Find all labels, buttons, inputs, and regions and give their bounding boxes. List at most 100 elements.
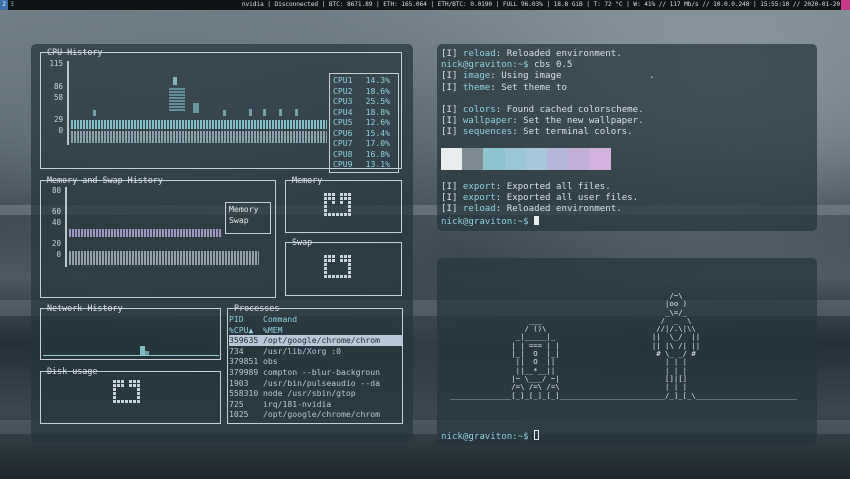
- col-cpu-sort[interactable]: %CPU▲: [229, 325, 263, 336]
- table-row[interactable]: 1025/opt/google/chrome/chrom: [229, 409, 403, 420]
- memory-gauge: [324, 193, 351, 216]
- cpu-legend-row: CPU4 18.8%: [333, 106, 390, 117]
- legend-swap: Swap: [229, 215, 249, 225]
- term-line: [I] sequences: Set terminal colors.: [441, 127, 633, 138]
- cpu-spike: [223, 110, 226, 116]
- term-line: [I] reload: Reloaded environment.: [441, 49, 622, 59]
- cpu-legend-row: CPU6 15.4%: [333, 127, 390, 138]
- color-swatch: [441, 148, 463, 170]
- status-end-block: [841, 0, 850, 10]
- table-row[interactable]: 1903/usr/bin/pulseaudio --da: [229, 378, 403, 389]
- cpu-y-label: 0: [58, 126, 63, 135]
- top-status-bar: 2 3 nvidia | Disconnected | BTC: 8671.89…: [0, 0, 850, 10]
- color-swatch: [525, 148, 547, 170]
- swap-gauge-box: Swap: [285, 237, 402, 296]
- terminal-window-1[interactable]: [I] reload: Reloaded environment. nick@g…: [437, 44, 817, 231]
- memory-gauge-box: Memory: [285, 175, 402, 233]
- cpu-axis-line: [67, 61, 69, 145]
- cpu-y-label: 86: [53, 82, 63, 91]
- memswap-history-box: Memory and Swap History 80 60 40 20 0 Me…: [40, 175, 276, 298]
- term-line: [I] image: Using image .: [441, 71, 655, 82]
- cpu-spike: [173, 77, 177, 85]
- table-row[interactable]: 359635/opt/google/chrome/chrom: [229, 335, 403, 346]
- term-line: [I] colors: Found cached colorscheme.: [441, 105, 644, 116]
- network-history-title: Network History: [47, 303, 123, 313]
- table-row[interactable]: 379851 obs: [229, 356, 403, 367]
- swap-title: Swap: [292, 237, 313, 247]
- cpu-legend-row: CPU9 13.1%: [333, 159, 390, 169]
- mem-axis-line: [65, 187, 67, 267]
- mem-y-label: 60: [51, 207, 61, 216]
- cpu-legend-row: CPU3 25.5%: [333, 96, 390, 106]
- mem-y-label: 80: [51, 186, 61, 195]
- cpu-spike: [295, 109, 298, 116]
- process-sort-header: %CPU▲ %MEM: [229, 325, 403, 336]
- color-swatch: [568, 148, 590, 170]
- term-line: [441, 94, 655, 105]
- process-header: PID Command: [229, 314, 403, 325]
- color-swatch: [546, 148, 569, 170]
- status-text: nvidia | Disconnected | BTC: 8671.89 | E…: [241, 1, 840, 8]
- processes-box: Processes PID Command %CPU▲ %MEM 359635/…: [227, 303, 403, 424]
- process-table: PID Command %CPU▲ %MEM 359635/opt/google…: [229, 314, 403, 420]
- memory-series: [69, 229, 221, 237]
- prompt-line[interactable]: nick@graviton:~$: [441, 430, 540, 443]
- cpu-spike: [169, 87, 185, 111]
- cpu-legend-row: CPU8 16.8%: [333, 148, 390, 159]
- memory-title: Memory: [292, 175, 323, 185]
- cpu-y-label: 58: [53, 93, 63, 102]
- cpu-spike: [263, 109, 266, 116]
- gtop-window[interactable]: CPU History 115 86 58 29 0 CPU1 14.3% CPU…: [31, 44, 413, 442]
- term-line: [I] export: Exported all files.: [441, 182, 611, 192]
- terminal-window-2[interactable]: /~\ |oo ) _\=/_ ___ / _ \ / ()\ //|/.\|\…: [437, 258, 817, 445]
- col-command[interactable]: Command: [263, 314, 393, 325]
- swap-gauge: [324, 255, 351, 278]
- cpu-legend-row: CPU1 14.3%: [333, 75, 390, 85]
- cpu-y-label: 115: [49, 59, 63, 68]
- cpu-series-band: [71, 120, 327, 129]
- cpu-spike: [93, 110, 96, 116]
- term-line: [I] export: Exported all user files.: [441, 193, 639, 204]
- cpu-legend-row: CPU7 17.0%: [333, 138, 390, 148]
- color-swatch: [483, 148, 505, 170]
- mem-y-label: 0: [56, 250, 61, 259]
- cpu-history-box: CPU History 115 86 58 29 0 CPU1 14.3% CPU…: [40, 47, 402, 173]
- cpu-spike: [249, 109, 252, 116]
- color-swatch: [462, 148, 484, 170]
- network-history-box: Network History: [40, 303, 221, 360]
- cpu-baseline: [71, 131, 327, 143]
- disk-gauge: [113, 380, 140, 403]
- table-row[interactable]: 558310 node /usr/sbin/gtop: [229, 388, 403, 399]
- mem-y-label: 40: [51, 218, 61, 227]
- cpu-y-axis: 115 86 58 29 0: [41, 53, 63, 163]
- table-row[interactable]: 725 irq/181-nvidia: [229, 399, 403, 410]
- term-line: nick@graviton:~$ cbs 0.5: [441, 60, 573, 71]
- text-cursor: [534, 215, 540, 225]
- workspace-2[interactable]: 2: [0, 0, 8, 10]
- color-swatch: [504, 148, 526, 170]
- cpu-legend-row: CPU5 12.6%: [333, 117, 390, 127]
- prompt-line[interactable]: nick@graviton:~$: [441, 215, 638, 228]
- star-wars-ascii-art: /~\ |oo ) _\=/_ ___ / _ \ / ()\ //|/.\|\…: [449, 291, 797, 400]
- cpu-y-label: 29: [53, 115, 63, 124]
- terminal-output-1b: [I] export: Exported all files. [I] expo…: [441, 182, 638, 228]
- swap-series: [69, 251, 259, 265]
- color-swatches: [441, 148, 611, 170]
- cpu-spike: [193, 103, 199, 113]
- network-spike: [145, 351, 149, 355]
- terminal-output-1: [I] reload: Reloaded environment. nick@g…: [441, 49, 655, 139]
- disk-usage-title: Disk usage: [47, 366, 98, 376]
- table-row[interactable]: 734/usr/lib/Xorg :0: [229, 346, 403, 357]
- workspace-3[interactable]: 3: [8, 0, 16, 10]
- col-mem-sort[interactable]: %MEM: [263, 325, 393, 336]
- text-cursor: [534, 430, 540, 440]
- disk-usage-box: Disk usage: [40, 366, 221, 424]
- term-line: [I] wallpaper: Set the new wallpaper.: [441, 116, 644, 127]
- table-row[interactable]: 379989 compton --blur-backgroun: [229, 367, 403, 378]
- color-swatch: [589, 148, 611, 170]
- memswap-legend: Memory Swap: [225, 202, 271, 234]
- network-baseline: [43, 355, 219, 356]
- cpu-spike: [279, 109, 282, 116]
- col-pid[interactable]: PID: [229, 314, 263, 325]
- memswap-y-axis: 80 60 40 20 0: [41, 181, 61, 281]
